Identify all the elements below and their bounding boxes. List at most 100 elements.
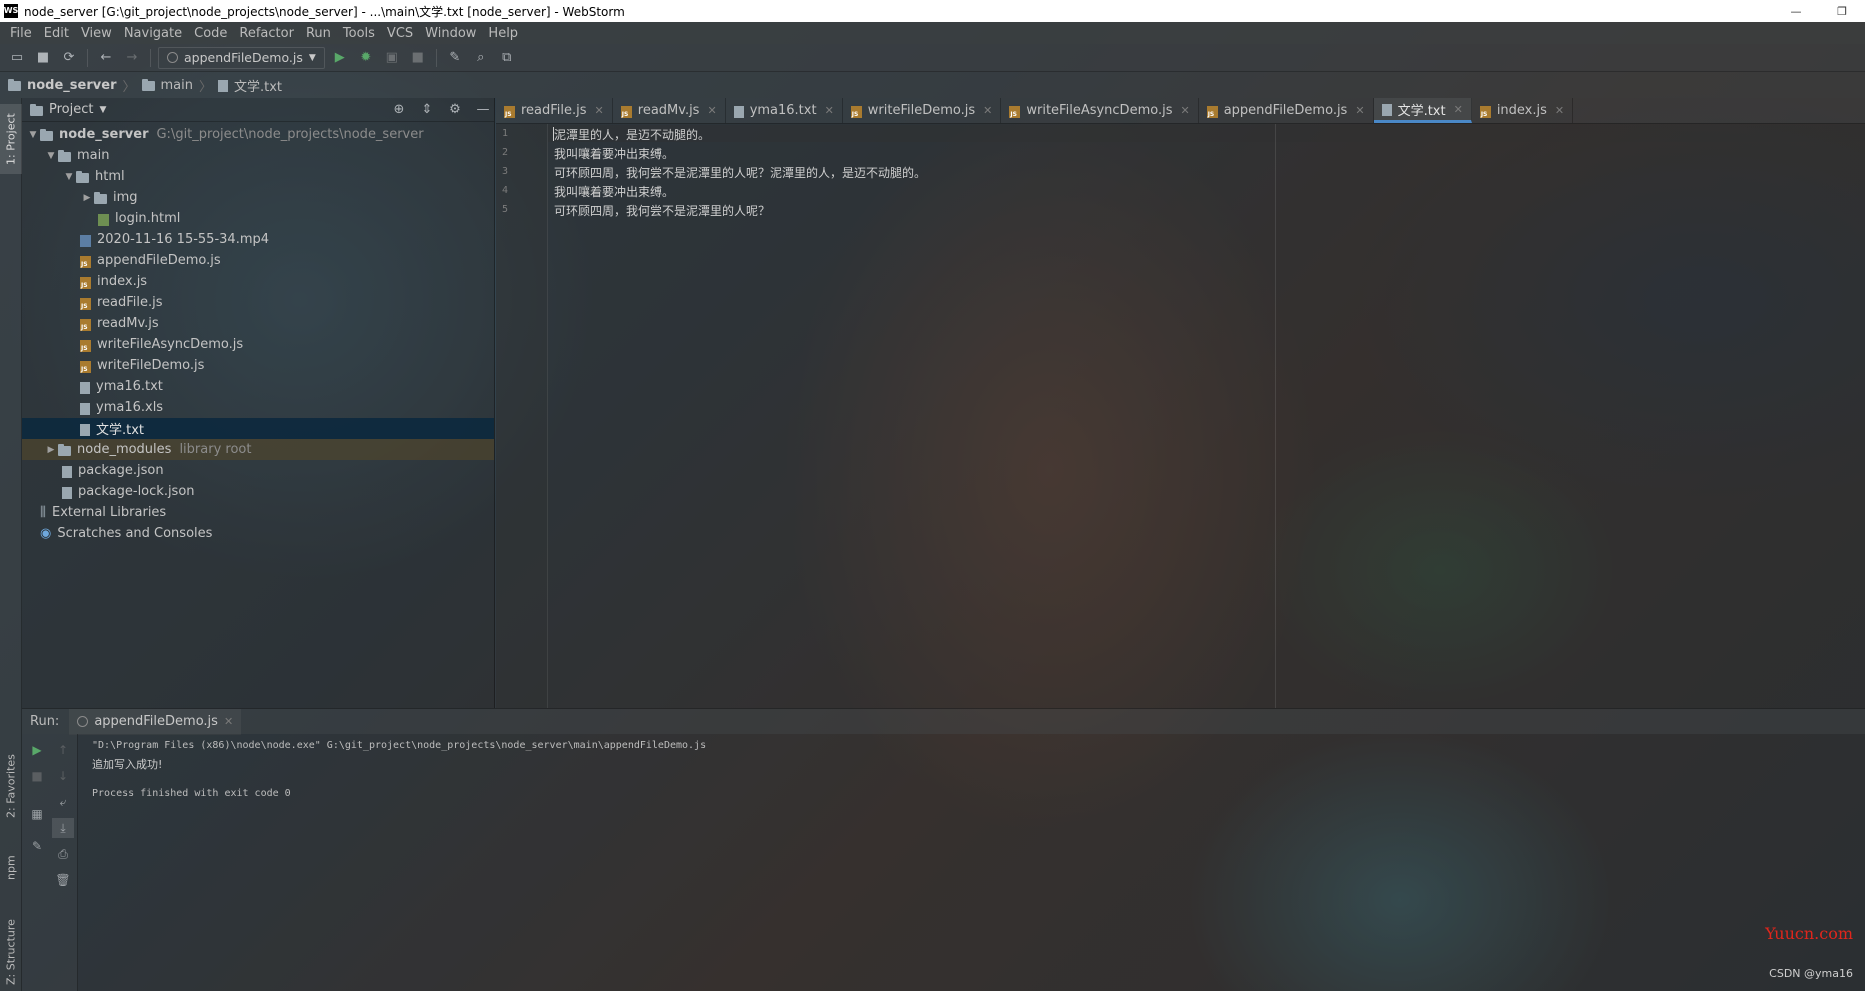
- tree-item-index-js[interactable]: index.js: [22, 271, 494, 292]
- collapse-arrow-icon[interactable]: ▶: [80, 193, 94, 203]
- trash-icon[interactable]: 🗑: [52, 870, 74, 890]
- sync-icon[interactable]: ⟳: [58, 47, 80, 69]
- tree-item-write-file-demo[interactable]: writeFileDemo.js: [22, 355, 494, 376]
- restore-button[interactable]: ❐: [1819, 0, 1865, 22]
- menu-window[interactable]: Window: [419, 26, 482, 41]
- close-icon[interactable]: ✕: [595, 104, 604, 117]
- menu-tools[interactable]: Tools: [337, 26, 381, 41]
- tree-item-main[interactable]: ▼ main: [22, 145, 494, 166]
- tree-item-img[interactable]: ▶ img: [22, 187, 494, 208]
- layout-icon[interactable]: ▦: [26, 804, 48, 824]
- editor-line[interactable]: 我叫嚷着要冲出束缚。: [554, 145, 674, 162]
- tree-item-append-file-demo[interactable]: appendFileDemo.js: [22, 250, 494, 271]
- rerun-icon[interactable]: ▶: [26, 740, 48, 760]
- tree-item-login-html[interactable]: login.html: [22, 208, 494, 229]
- breadcrumb-item-node-server[interactable]: node_server: [27, 78, 116, 93]
- menu-refactor[interactable]: Refactor: [233, 26, 300, 41]
- forward-icon[interactable]: →: [121, 47, 143, 69]
- tree-item-yma16-txt[interactable]: yma16.txt: [22, 376, 494, 397]
- project-panel-title[interactable]: Project: [49, 102, 93, 117]
- editor-line[interactable]: 我叫嚷着要冲出束缚。: [554, 183, 674, 200]
- soft-wrap-icon[interactable]: ⤶: [52, 792, 74, 812]
- tool-window-project-tab[interactable]: 1: Project: [0, 104, 22, 174]
- menu-view[interactable]: View: [75, 26, 118, 41]
- tool-window-npm-tab[interactable]: npm: [0, 846, 22, 890]
- run-console-output[interactable]: "D:\Program Files (x86)\node\node.exe" G…: [78, 734, 1865, 991]
- tab-write-file-async-demo[interactable]: writeFileAsyncDemo.js ✕: [1001, 98, 1199, 123]
- scroll-up-icon[interactable]: ↑: [52, 740, 74, 760]
- text-editor[interactable]: 1 2 3 4 5 泥潭里的人，是迈不动腿的。 我叫嚷着要冲出束缚。 可环顾四周…: [496, 124, 1865, 708]
- menu-vcs[interactable]: VCS: [381, 26, 419, 41]
- tree-item-package-lock-json[interactable]: package-lock.json: [22, 481, 494, 502]
- run-icon[interactable]: ▶: [329, 47, 351, 69]
- tab-yma16-txt[interactable]: yma16.txt ✕: [726, 98, 843, 123]
- collapse-arrow-icon[interactable]: ▶: [44, 445, 58, 455]
- tool-window-structure-tab[interactable]: Z: Structure: [0, 913, 22, 991]
- close-icon[interactable]: ✕: [1180, 104, 1189, 117]
- open-folder-icon[interactable]: ▭: [6, 47, 28, 69]
- print-icon[interactable]: ⎙: [52, 844, 74, 864]
- coverage-icon[interactable]: ▣: [381, 47, 403, 69]
- hide-minus-icon[interactable]: —: [472, 102, 494, 117]
- scroll-to-end-icon[interactable]: ⤓: [52, 818, 74, 838]
- expand-arrow-icon[interactable]: ▼: [44, 151, 58, 161]
- tab-index-js[interactable]: index.js ✕: [1472, 98, 1574, 123]
- menu-help[interactable]: Help: [482, 26, 524, 41]
- save-all-icon[interactable]: ■: [32, 47, 54, 69]
- tree-item-scratches[interactable]: ◉ Scratches and Consoles: [22, 523, 494, 544]
- editor-line[interactable]: 泥潭里的人，是迈不动腿的。: [554, 126, 710, 143]
- tree-item-node-modules[interactable]: ▶ node_modules library root: [22, 439, 494, 460]
- stop-icon[interactable]: ■: [26, 766, 48, 786]
- tab-write-file-demo[interactable]: writeFileDemo.js ✕: [843, 98, 1002, 123]
- debug-icon[interactable]: ✹: [355, 47, 377, 69]
- menu-edit[interactable]: Edit: [38, 26, 75, 41]
- tool-window-favorites-tab[interactable]: 2: Favorites: [0, 746, 22, 826]
- chevron-down-icon[interactable]: ▼: [99, 105, 106, 115]
- run-configuration-select[interactable]: appendFileDemo.js ▼: [158, 46, 325, 69]
- editor-line[interactable]: 可环顾四周，我何尝不是泥潭里的人呢？: [554, 202, 770, 219]
- scroll-down-icon[interactable]: ↓: [52, 766, 74, 786]
- tree-item-mp4[interactable]: 2020-11-16 15-55-34.mp4: [22, 229, 494, 250]
- menu-code[interactable]: Code: [188, 26, 233, 41]
- breadcrumb-item-file[interactable]: 文学.txt: [234, 76, 282, 95]
- tab-append-file-demo[interactable]: appendFileDemo.js ✕: [1199, 98, 1374, 123]
- close-icon[interactable]: ✕: [1555, 104, 1564, 117]
- pin-icon[interactable]: ✎: [26, 836, 48, 856]
- tree-item-html[interactable]: ▼ html: [22, 166, 494, 187]
- expand-arrow-icon[interactable]: ▼: [62, 172, 76, 182]
- tab-read-file[interactable]: readFile.js ✕: [496, 98, 613, 123]
- collapse-all-icon[interactable]: ⇕: [416, 102, 438, 117]
- breadcrumb-item-main[interactable]: main: [161, 78, 193, 93]
- editor-line[interactable]: 可环顾四周，我何尝不是泥潭里的人呢？泥潭里的人，是迈不动腿的。: [554, 164, 926, 181]
- locate-target-icon[interactable]: ⊕: [388, 102, 410, 117]
- menu-file[interactable]: File: [4, 26, 38, 41]
- close-icon[interactable]: ✕: [1355, 104, 1364, 117]
- tab-read-mv[interactable]: readMv.js ✕: [613, 98, 726, 123]
- minimize-button[interactable]: —: [1773, 0, 1819, 22]
- tree-item-node-server[interactable]: ▼ node_server G:\git_project\node_projec…: [22, 124, 494, 145]
- settings-wrench-icon[interactable]: ✎: [444, 47, 466, 69]
- tree-item-wenxue-txt[interactable]: 文学.txt: [22, 418, 494, 439]
- tree-item-write-file-async[interactable]: writeFileAsyncDemo.js: [22, 334, 494, 355]
- search-icon[interactable]: ⌕: [470, 47, 492, 69]
- stop-icon[interactable]: ■: [407, 47, 429, 69]
- expand-arrow-icon[interactable]: ▼: [26, 130, 40, 140]
- close-icon[interactable]: ✕: [1454, 103, 1463, 116]
- translate-icon[interactable]: ⧉: [496, 47, 518, 69]
- close-icon[interactable]: ✕: [707, 104, 716, 117]
- tree-item-package-json[interactable]: package.json: [22, 460, 494, 481]
- close-icon[interactable]: ✕: [825, 104, 834, 117]
- close-icon[interactable]: ✕: [224, 715, 233, 728]
- tree-item-read-file[interactable]: readFile.js: [22, 292, 494, 313]
- menu-navigate[interactable]: Navigate: [118, 26, 188, 41]
- close-icon[interactable]: ✕: [983, 104, 992, 117]
- back-icon[interactable]: ←: [95, 47, 117, 69]
- main-toolbar: ▭ ■ ⟳ ← → appendFileDemo.js ▼ ▶ ✹ ▣ ■ ✎ …: [0, 44, 1865, 72]
- run-tab-append-file-demo[interactable]: appendFileDemo.js ✕: [69, 708, 242, 735]
- tab-wenxue-txt[interactable]: 文学.txt ✕: [1373, 98, 1472, 123]
- tree-item-external-libraries[interactable]: ⫼ External Libraries: [22, 502, 494, 523]
- gear-icon[interactable]: ⚙: [444, 102, 466, 117]
- menu-run[interactable]: Run: [300, 26, 337, 41]
- tree-item-yma16-xls[interactable]: yma16.xls: [22, 397, 494, 418]
- tree-item-read-mv[interactable]: readMv.js: [22, 313, 494, 334]
